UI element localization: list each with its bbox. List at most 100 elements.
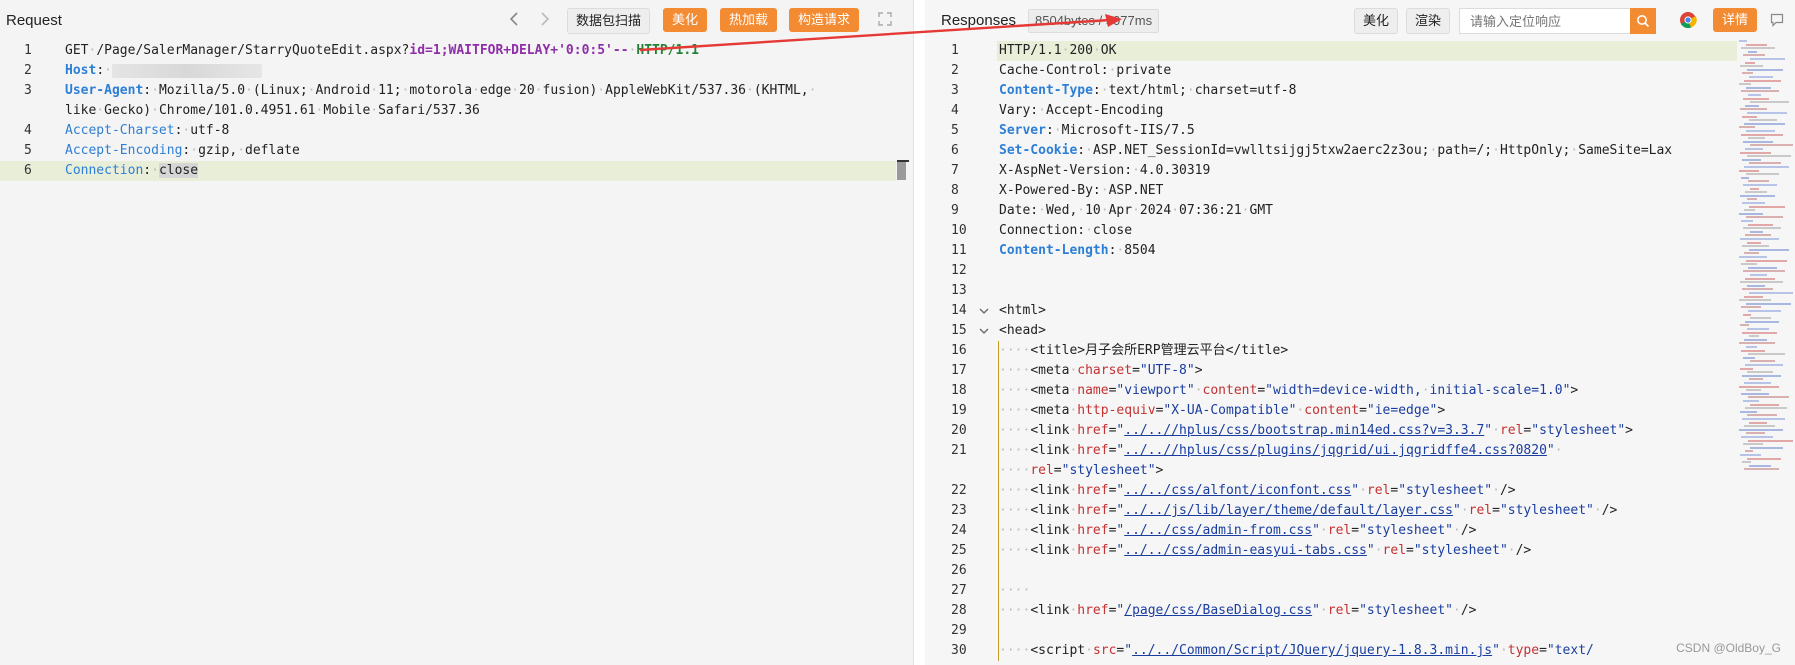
minimap-stroke <box>1744 338 1767 341</box>
response-line[interactable]: 10 Connection:·close <box>925 221 1795 241</box>
response-beautify-button[interactable]: 美化 <box>1354 8 1399 34</box>
minimap-stroke <box>1741 349 1765 352</box>
response-search <box>1459 8 1643 34</box>
response-line[interactable]: 20 ····<link·href="../..//hplus/css/boots… <box>925 421 1795 441</box>
response-line[interactable]: 18 ····<meta·name="viewport"·content="wid… <box>925 381 1795 401</box>
minimap-stroke <box>1750 403 1779 406</box>
construct-request-button[interactable]: 构造请求 <box>789 8 860 32</box>
response-line[interactable]: 4 Vary:·Accept-Encoding <box>925 101 1795 121</box>
response-line[interactable]: 25 ····<link·href="../../css/admin-easyui… <box>925 541 1795 561</box>
minimap-stroke <box>1741 90 1779 93</box>
minimap-stroke <box>1741 306 1761 309</box>
request-line[interactable]: 1 GET·/Page/SalerManager/StarryQuoteEdit.… <box>0 41 913 61</box>
minimap-stroke <box>1743 400 1759 402</box>
minimap-stroke <box>1747 155 1791 158</box>
code-text: GET·/Page/SalerManager/StarryQuoteEdit.a… <box>65 43 699 58</box>
minimap-stroke <box>1747 68 1783 71</box>
response-line[interactable]: 3 Content-Type:·text/html;·charset=utf-8 <box>925 81 1795 101</box>
response-line[interactable]: 6 Set-Cookie:·ASP.NET_SessionId=vwlltsijg… <box>925 141 1795 161</box>
response-line[interactable]: 26 <box>925 561 1795 581</box>
code-text: Vary:·Accept-Encoding <box>999 103 1164 118</box>
line-number: 8 <box>951 183 959 198</box>
minimap-stroke <box>1744 122 1785 125</box>
minimap-stroke <box>1748 94 1761 96</box>
response-line[interactable]: 11 Content-Length:·8504 <box>925 241 1795 261</box>
minimap-stroke <box>1749 162 1781 165</box>
search-icon[interactable] <box>1630 8 1656 34</box>
response-line[interactable]: 14 <html> <box>925 301 1795 321</box>
minimap-stroke <box>1741 263 1757 266</box>
response-line[interactable]: 23 ····<link·href="../../js/lib/layer/the… <box>925 501 1795 521</box>
request-line[interactable]: 5 Accept-Encoding:·gzip,·deflate <box>0 141 913 161</box>
request-line[interactable]: 2 Host:· <box>0 61 913 81</box>
request-line[interactable]: 4 Accept-Charset:·utf-8 <box>0 121 913 141</box>
response-line[interactable]: 19 ····<meta·http-equiv="X-UA-Compatible"… <box>925 401 1795 421</box>
code-text: ····<link·href="../../css/admin-from.css… <box>999 523 1477 538</box>
chevron-right-icon[interactable] <box>538 11 552 27</box>
request-editor[interactable]: 1 GET·/Page/SalerManager/StarryQuoteEdit.… <box>0 41 913 181</box>
minimap-stroke <box>1741 392 1769 395</box>
chrome-icon[interactable] <box>1679 11 1697 34</box>
minimap-stroke <box>1748 310 1781 312</box>
response-minimap[interactable] <box>1737 40 1795 490</box>
response-line[interactable]: 5 Server:·Microsoft-IIS/7.5 <box>925 121 1795 141</box>
minimap-stroke <box>1739 342 1775 345</box>
response-line[interactable]: 30 ····<script·src="../../Common/Script/J… <box>925 641 1795 661</box>
request-beautify-button[interactable]: 美化 <box>663 8 708 32</box>
response-line[interactable]: 9 Date:·Wed,·10·Apr·2024·07:36:21·GMT <box>925 201 1795 221</box>
minimap-stroke <box>1740 238 1779 240</box>
fold-chevron-icon[interactable] <box>979 321 989 341</box>
render-button[interactable]: 渲染 <box>1406 8 1451 34</box>
request-pane: Request 数据包扫描 美化 热加载 构造请求 1 GET·/Page/Sal… <box>0 0 913 665</box>
response-line[interactable]: 15 <head> <box>925 321 1795 341</box>
response-line[interactable]: ····rel="stylesheet"> <box>925 461 1795 481</box>
response-line[interactable]: 2 Cache-Control:·private <box>925 61 1795 81</box>
request-line[interactable]: 6 Connection:·close <box>0 161 896 181</box>
line-number: 30 <box>951 643 967 658</box>
code-text: ····<meta·charset="UTF-8"> <box>999 363 1203 378</box>
response-line[interactable]: 12 <box>925 261 1795 281</box>
response-line[interactable]: 29 <box>925 621 1795 641</box>
comment-icon[interactable] <box>1770 13 1784 32</box>
response-editor[interactable]: 1 HTTP/1.1·200·OK 2 Cache-Control:·private 3… <box>925 41 1795 661</box>
minimap-stroke <box>1748 439 1793 442</box>
request-scrollbar[interactable] <box>897 160 906 180</box>
response-line[interactable]: 21 ····<link·href="../..//hplus/css/plugi… <box>925 441 1795 461</box>
minimap-stroke <box>1749 205 1785 208</box>
response-line[interactable]: 7 X-AspNet-Version:·4.0.30319 <box>925 161 1795 181</box>
packet-scan-button[interactable]: 数据包扫描 <box>567 8 651 34</box>
line-number: 9 <box>951 203 959 218</box>
code-text: ····<link·href="../../css/admin-easyui-t… <box>999 543 1532 558</box>
response-line[interactable]: 27 ···· <box>925 581 1795 601</box>
line-number: 25 <box>951 543 967 558</box>
minimap-stroke <box>1746 389 1761 392</box>
line-number: 20 <box>951 423 967 438</box>
request-line[interactable]: like·Gecko)·Chrome/101.0.4951.61·Mobile·… <box>0 101 913 121</box>
line-number: 21 <box>951 443 967 458</box>
minimap-stroke <box>1750 230 1763 233</box>
minimap-stroke <box>1744 209 1755 212</box>
minimap-stroke <box>1739 212 1763 215</box>
minimap-stroke <box>1745 450 1753 453</box>
minimap-stroke <box>1741 176 1749 179</box>
response-line[interactable]: 1 HTTP/1.1·200·OK <box>951 41 1737 61</box>
response-search-input[interactable] <box>1460 13 1640 29</box>
fullscreen-icon[interactable] <box>878 12 892 26</box>
response-line[interactable]: 16 ····<title>月子会所ERP管理云平台</title> <box>925 341 1795 361</box>
response-line[interactable]: 13 <box>925 281 1795 301</box>
minimap-stroke <box>1747 328 1769 330</box>
fold-chevron-icon[interactable] <box>979 301 989 321</box>
response-line[interactable]: 22 ····<link·href="../../css/alfont/iconf… <box>925 481 1795 501</box>
request-line[interactable]: 3 User-Agent:·Mozilla/5.0·(Linux;·Android… <box>0 81 913 101</box>
response-line[interactable]: 24 ····<link·href="../../css/admin-from.c… <box>925 521 1795 541</box>
response-line[interactable]: 28 ····<link·href="/page/css/BaseDialog.c… <box>925 601 1795 621</box>
minimap-stroke <box>1747 457 1781 460</box>
hotload-button[interactable]: 热加载 <box>720 8 778 32</box>
chevron-left-icon[interactable] <box>508 11 522 27</box>
response-line[interactable]: 8 X-Powered-By:·ASP.NET <box>925 181 1795 201</box>
response-line[interactable]: 17 ····<meta·charset="UTF-8"> <box>925 361 1795 381</box>
watermark: CSDN @OldBoy_G <box>1676 641 1781 655</box>
indent-guide <box>998 561 999 581</box>
details-button[interactable]: 详情 <box>1713 8 1758 32</box>
code-text: ····<link·href="../..//hplus/css/plugins… <box>999 443 1563 458</box>
